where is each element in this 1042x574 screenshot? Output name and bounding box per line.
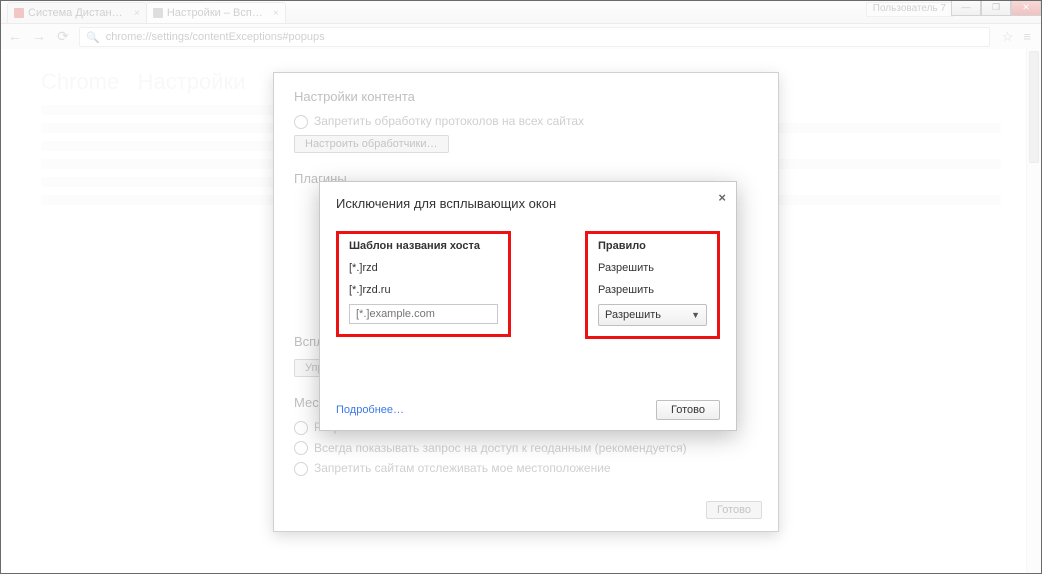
dialog-close-button[interactable]: × bbox=[718, 190, 726, 205]
rule-select[interactable]: Разрешить ▼ bbox=[598, 304, 707, 326]
host-row-1[interactable]: [*.]rzd.ru bbox=[349, 282, 498, 298]
rule-row-1: Разрешить bbox=[598, 282, 707, 298]
dialog-title: Исключения для всплывающих окон bbox=[336, 196, 720, 211]
rule-select-label: Разрешить bbox=[605, 309, 661, 321]
popup-exceptions-dialog: × Исключения для всплывающих окон Шаблон… bbox=[319, 181, 737, 431]
radio-icon bbox=[294, 441, 308, 455]
exceptions-table: Шаблон названия хоста [*.]rzd [*.]rzd.ru… bbox=[336, 231, 720, 339]
radio-icon bbox=[294, 462, 308, 476]
radio-icon bbox=[294, 115, 308, 129]
panel1-done-button[interactable]: Готово bbox=[706, 501, 762, 519]
col-header-host: Шаблон названия хоста bbox=[349, 240, 498, 252]
learn-more-link[interactable]: Подробнее… bbox=[336, 404, 404, 416]
chrome-window: Система Дистанционно… × Настройки – Вспл… bbox=[0, 0, 1042, 574]
radio-icon bbox=[294, 421, 308, 435]
host-row-0[interactable]: [*.]rzd bbox=[349, 260, 498, 276]
panel1-title: Настройки контента bbox=[294, 89, 758, 104]
host-column-highlight: Шаблон названия хоста [*.]rzd [*.]rzd.ru bbox=[336, 231, 511, 337]
rule-row-0: Разрешить bbox=[598, 260, 707, 276]
col-header-rule: Правило bbox=[598, 240, 707, 252]
dialog-footer: Подробнее… Готово bbox=[336, 400, 720, 420]
chevron-down-icon: ▼ bbox=[691, 310, 700, 320]
dialog-done-button[interactable]: Готово bbox=[656, 400, 720, 420]
handlers-button[interactable]: Настроить обработчики… bbox=[294, 135, 449, 153]
new-host-input[interactable] bbox=[349, 304, 498, 324]
rule-column-highlight: Правило Разрешить Разрешить Разрешить ▼ bbox=[585, 231, 720, 339]
